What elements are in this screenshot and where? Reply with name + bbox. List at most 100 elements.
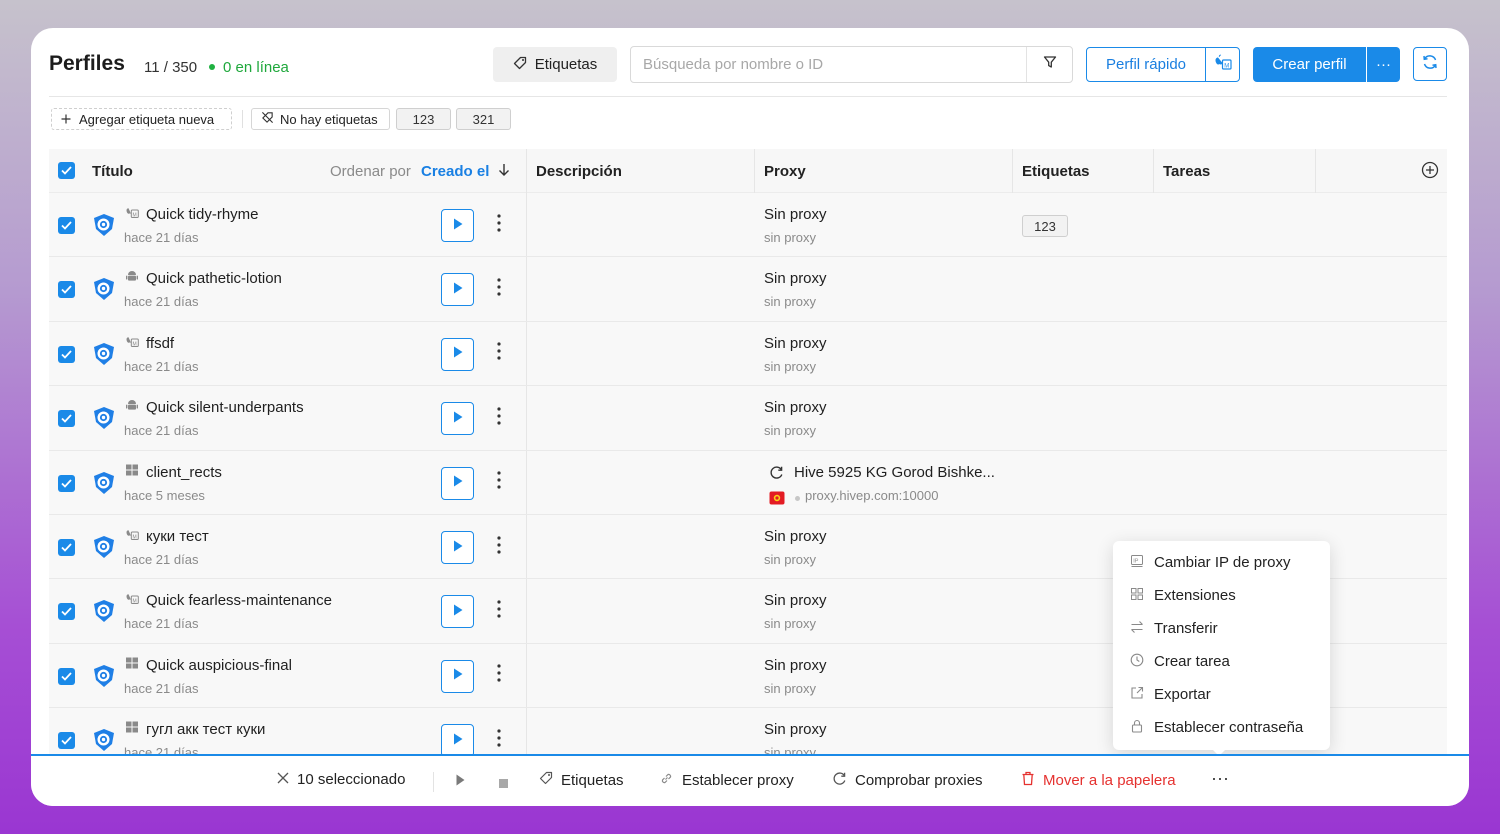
- column-tags: Etiquetas: [1022, 163, 1090, 180]
- stop-selected-button[interactable]: [499, 775, 508, 792]
- more-actions-button[interactable]: ···: [1211, 768, 1229, 789]
- add-column-button[interactable]: [1421, 161, 1439, 184]
- macos-icon: M: [125, 334, 139, 348]
- browser-avatar-icon: [91, 598, 117, 629]
- tag-filter-chip[interactable]: 123: [396, 108, 451, 130]
- macos-icon: M: [125, 205, 139, 219]
- play-icon: [453, 345, 463, 363]
- extensions-icon: [1130, 587, 1144, 605]
- search-input[interactable]: [631, 47, 1026, 82]
- play-icon: [453, 603, 463, 621]
- play-icon: [453, 474, 463, 492]
- row-checkbox[interactable]: [58, 474, 75, 492]
- menu-item-export[interactable]: Exportar: [1113, 678, 1330, 711]
- quick-profile-button[interactable]: Perfil rápido: [1086, 47, 1206, 82]
- table-row[interactable]: M ffsdf hace 21 días Sin proxy sin proxy: [49, 321, 1447, 387]
- launch-button[interactable]: [441, 466, 474, 500]
- launch-button[interactable]: [441, 595, 474, 629]
- launch-button[interactable]: [441, 337, 474, 371]
- launch-button[interactable]: [441, 659, 474, 693]
- menu-item-label: Extensiones: [1154, 587, 1236, 604]
- menu-item-extensions[interactable]: Extensiones: [1113, 579, 1330, 612]
- filter-button[interactable]: [1027, 47, 1073, 82]
- row-more-button[interactable]: [490, 340, 508, 368]
- row-tag-chip[interactable]: 123: [1022, 215, 1068, 237]
- bulk-tags-button[interactable]: Etiquetas: [539, 771, 624, 789]
- trash-icon: [1021, 771, 1035, 790]
- move-to-trash-label: Mover a la papelera: [1043, 772, 1176, 789]
- search-box: [630, 46, 1073, 83]
- row-more-button[interactable]: [490, 211, 508, 239]
- play-icon: [453, 732, 463, 750]
- export-icon: [1130, 686, 1144, 704]
- profile-name: куки тест: [146, 528, 209, 545]
- play-icon: [453, 539, 463, 557]
- row-checkbox[interactable]: [58, 603, 75, 621]
- browser-avatar-icon: [91, 470, 117, 501]
- online-dot-icon: [209, 64, 215, 70]
- row-checkbox[interactable]: [58, 667, 75, 685]
- sort-field-button[interactable]: Creado el: [421, 163, 510, 181]
- launch-button[interactable]: [441, 531, 474, 564]
- start-selected-button[interactable]: [456, 773, 465, 790]
- create-profile-button[interactable]: Crear perfil: [1253, 47, 1366, 82]
- proxy-name: Sin proxy: [764, 206, 827, 223]
- proxy-name: Sin proxy: [764, 270, 827, 288]
- select-all-checkbox[interactable]: [58, 162, 75, 179]
- refresh-button[interactable]: [1413, 47, 1447, 81]
- proxy-name: Sin proxy: [764, 334, 827, 352]
- table-row[interactable]: Quick pathetic-lotion hace 21 días Sin p…: [49, 257, 1447, 322]
- row-checkbox[interactable]: [58, 732, 75, 750]
- row-checkbox[interactable]: [58, 345, 75, 363]
- row-more-button[interactable]: [490, 533, 508, 561]
- close-icon: [277, 771, 289, 788]
- move-to-trash-button[interactable]: Mover a la papelera: [1021, 771, 1176, 790]
- set-proxy-button[interactable]: Establecer proxy: [659, 771, 794, 790]
- row-more-button[interactable]: [490, 404, 508, 432]
- page-title: Perfiles: [49, 52, 125, 75]
- tags-button[interactable]: Etiquetas: [493, 47, 617, 82]
- profile-date: hace 5 meses: [124, 487, 205, 503]
- launch-button[interactable]: [441, 724, 474, 755]
- tag-filter-chip[interactable]: 321: [456, 108, 511, 130]
- svg-text:M: M: [133, 599, 137, 605]
- menu-item-set-password[interactable]: Establecer contraseña: [1113, 711, 1330, 744]
- tags-button-label: Etiquetas: [534, 56, 598, 73]
- row-more-button[interactable]: [490, 469, 508, 497]
- no-tags-filter[interactable]: No hay etiquetas: [251, 108, 390, 130]
- proxy-refresh-icon[interactable]: [769, 465, 784, 485]
- menu-item-create-task[interactable]: Crear tarea: [1113, 645, 1330, 678]
- menu-item-change-proxy-ip[interactable]: IP Cambiar IP de proxy: [1113, 546, 1330, 579]
- set-proxy-label: Establecer proxy: [682, 772, 794, 789]
- table-row[interactable]: M Quick tidy-rhyme hace 21 días Sin prox…: [49, 193, 1447, 258]
- clear-selection-button[interactable]: 10 seleccionado: [277, 771, 405, 788]
- profile-date: hace 21 días: [124, 616, 199, 632]
- vertical-dots-icon: [497, 535, 501, 559]
- row-checkbox[interactable]: [58, 217, 75, 234]
- link-icon: [659, 771, 674, 790]
- table-row[interactable]: Quick silent-underpants hace 21 días Sin…: [49, 386, 1447, 451]
- launch-button[interactable]: [441, 273, 474, 307]
- launch-button[interactable]: [441, 402, 474, 436]
- row-more-button[interactable]: [490, 275, 508, 303]
- quick-profile-os-button[interactable]: M: [1205, 47, 1240, 82]
- transfer-icon: [1130, 620, 1144, 638]
- table-header: Título Ordenar por Creado el Descripción…: [49, 149, 1447, 193]
- create-profile-more-button[interactable]: ···: [1367, 47, 1400, 82]
- row-checkbox[interactable]: [58, 539, 75, 556]
- menu-item-transfer[interactable]: Transferir: [1113, 612, 1330, 645]
- check-proxies-button[interactable]: Comprobar proxies: [832, 771, 983, 790]
- plus-icon: [61, 112, 71, 127]
- row-more-button[interactable]: [490, 597, 508, 625]
- browser-avatar-icon: [91, 534, 117, 565]
- row-checkbox[interactable]: [58, 281, 75, 299]
- row-checkbox[interactable]: [58, 410, 75, 428]
- row-more-button[interactable]: [490, 662, 508, 690]
- add-tag-button[interactable]: Agregar etiqueta nueva: [51, 108, 232, 130]
- clock-icon: [1130, 653, 1144, 671]
- table-row[interactable]: client_rects hace 5 meses Hive 5925 KG G…: [49, 450, 1447, 515]
- launch-button[interactable]: [441, 209, 474, 242]
- profiles-window: Perfiles 11 / 350 0 en línea Etiquetas P…: [31, 28, 1469, 806]
- row-more-button[interactable]: [490, 726, 508, 754]
- proxy-detail: sin proxy: [764, 552, 817, 567]
